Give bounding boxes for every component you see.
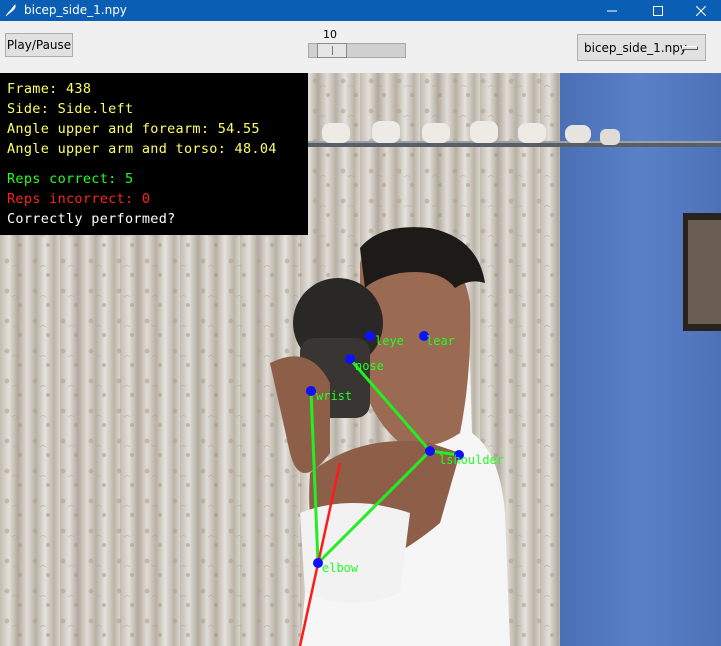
angle-forearm-text: Angle upper and forearm: 54.55 — [7, 121, 260, 137]
close-icon — [696, 5, 706, 16]
speed-slider-value: 10 — [323, 28, 337, 41]
label-leye: leye — [375, 334, 404, 348]
window-title: bicep_side_1.npy — [24, 3, 127, 17]
file-select-value: bicep_side_1.npy — [584, 41, 687, 55]
speed-slider[interactable] — [308, 43, 406, 58]
play-pause-button[interactable]: Play/Pause — [5, 33, 73, 57]
maximize-icon — [653, 5, 663, 16]
minimize-icon — [607, 10, 617, 11]
reps-incorrect-text: Reps incorrect: 0 — [7, 191, 151, 207]
keypoint-nose — [345, 354, 355, 364]
correctly-performed-text: Correctly performed? — [7, 211, 176, 227]
wall-frame — [683, 213, 721, 331]
label-shoulder: lshoulder — [439, 453, 504, 467]
minimize-button[interactable] — [589, 0, 635, 21]
video-frame: leye lear nose wrist lshoulder elbow Fra… — [0, 73, 721, 646]
maximize-button[interactable] — [635, 0, 681, 21]
slider-grip — [332, 46, 334, 55]
side-text: Side: Side.left — [7, 101, 134, 117]
label-nose: nose — [355, 359, 384, 373]
stats-overlay: Frame: 438 Side: Side.left Angle upper a… — [0, 73, 308, 235]
label-lear: lear — [426, 334, 455, 348]
title-bar[interactable]: bicep_side_1.npy — [0, 0, 721, 21]
keypoint-leye — [365, 331, 375, 341]
slider-thumb[interactable] — [317, 43, 348, 58]
label-elbow: elbow — [322, 561, 359, 575]
label-wrist: wrist — [316, 389, 352, 403]
keypoint-wrist — [306, 386, 316, 396]
close-button[interactable] — [681, 0, 721, 21]
wall-right — [560, 73, 721, 646]
feather-icon — [5, 4, 16, 17]
file-select-dropdown[interactable]: bicep_side_1.npy — [577, 34, 706, 61]
curtain-rod-shine — [300, 141, 721, 143]
angle-torso-text: Angle upper arm and torso: 48.04 — [7, 141, 277, 157]
keypoint-shoulder — [425, 446, 435, 456]
toolbar: Play/Pause 10 bicep_side_1.npy — [0, 21, 721, 73]
dropdown-indicator-icon — [682, 46, 698, 50]
frame-text: Frame: 438 — [7, 81, 92, 97]
reps-correct-text: Reps correct: 5 — [7, 171, 134, 187]
